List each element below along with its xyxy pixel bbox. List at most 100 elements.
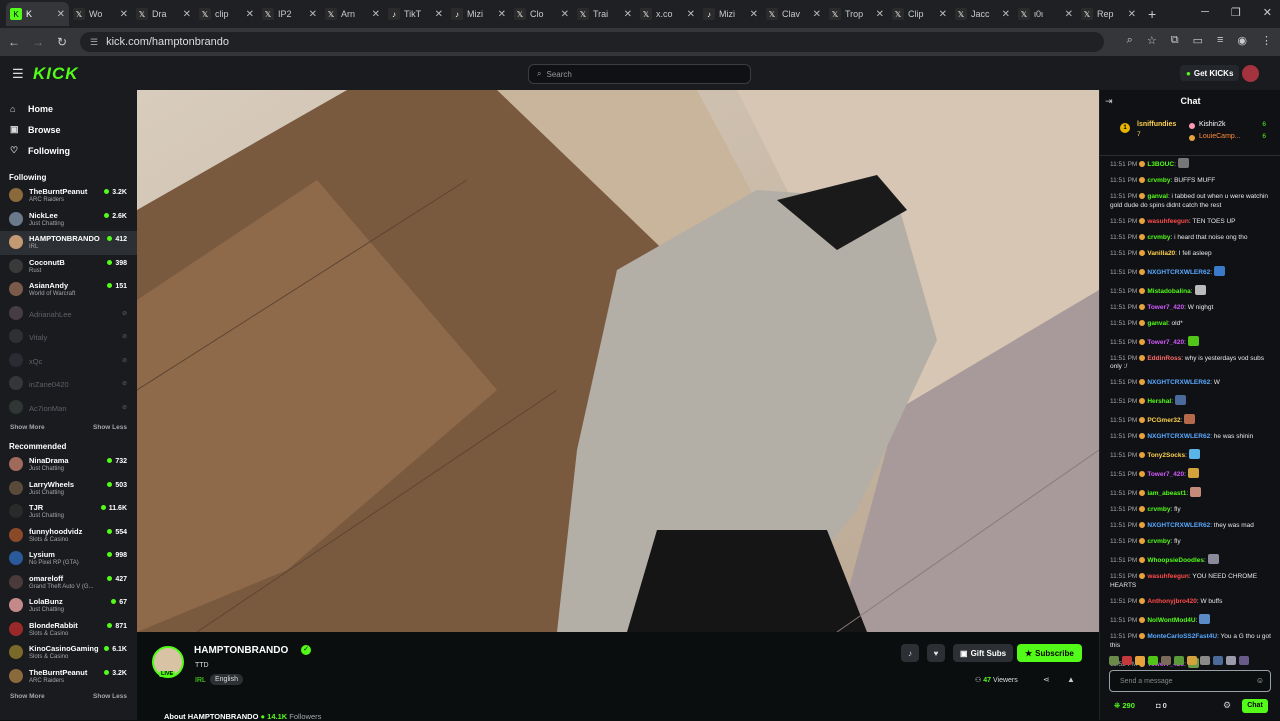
browser-tab[interactable]: 𝕏ι0ι ✕: [1014, 2, 1077, 26]
browser-tab[interactable]: 𝕏x.co ✕: [636, 2, 699, 26]
emote-icon[interactable]: [1109, 655, 1119, 665]
notification-bell-icon[interactable]: ♪: [901, 644, 919, 662]
browser-tab[interactable]: 𝕏 Trai ✕: [573, 2, 636, 26]
kick-logo[interactable]: KICK: [33, 64, 79, 84]
emoji-picker-icon[interactable]: ☺: [1256, 676, 1264, 685]
send-chat-button[interactable]: Chat: [1242, 699, 1268, 713]
message-username[interactable]: WhoopsieDoodles: [1147, 557, 1204, 564]
browser-tab[interactable]: ♪ TikT ✕: [384, 2, 447, 26]
browser-tab[interactable]: 𝕏 Clav ✕: [762, 2, 825, 26]
emote-icon[interactable]: [1161, 655, 1171, 665]
message-username[interactable]: MonteCarloSS2Fast4U: [1147, 633, 1217, 640]
browser-tab[interactable]: K K ✕: [6, 2, 69, 26]
restore-icon[interactable]: ❐: [1231, 6, 1241, 19]
browser-tab[interactable]: ♪ Mizi ✕: [447, 2, 510, 26]
nav-home[interactable]: ⌂ Home: [0, 98, 137, 119]
channel-item[interactable]: BlondeRabbit Slots & Casino 871: [0, 618, 137, 642]
channel-item[interactable]: NinaDrama Just Chatting 732: [0, 453, 137, 477]
leader-third-name[interactable]: LouieCamp...: [1199, 133, 1241, 140]
url-field[interactable]: ☰ kick.com/hamptonbrando: [80, 32, 1104, 52]
nav-following[interactable]: ♡ Following: [0, 140, 137, 161]
channel-item[interactable]: TheBurntPeanut ARC Raiders 3.2K: [0, 184, 137, 208]
tab-close-icon[interactable]: ✕: [372, 9, 380, 20]
browser-tab[interactable]: 𝕏 Clip ✕: [888, 2, 951, 26]
follow-heart-icon[interactable]: ♥: [927, 644, 945, 662]
show-less-button[interactable]: Show Less: [93, 693, 127, 700]
message-username[interactable]: NXGHTCRXWLER62: [1147, 433, 1210, 440]
channel-item[interactable]: AsianAndy World of Warcraft 151: [0, 278, 137, 302]
channel-item[interactable]: funnyhoodvidz Slots & Casino 554: [0, 524, 137, 548]
browser-tab[interactable]: 𝕏clip ✕: [195, 2, 258, 26]
new-tab-icon[interactable]: +: [1148, 6, 1156, 22]
emote-icon[interactable]: [1135, 655, 1145, 665]
browser-tab[interactable]: 𝕏 Clo ✕: [510, 2, 573, 26]
channel-item[interactable]: LarryWheels Just Chatting 503: [0, 477, 137, 501]
message-username[interactable]: EddinRoss: [1147, 355, 1181, 362]
channel-item[interactable]: inZane0420 ⊘: [0, 372, 137, 396]
stream-category[interactable]: IRL: [195, 677, 206, 684]
channel-item[interactable]: NickLee Just Chatting 2.6K: [0, 208, 137, 232]
channel-item[interactable]: CoconutB Rust 398: [0, 255, 137, 279]
tab-close-icon[interactable]: ✕: [435, 9, 443, 20]
tab-close-icon[interactable]: ✕: [246, 9, 254, 20]
extensions-icon[interactable]: ⧉: [1171, 34, 1179, 47]
browser-tab[interactable]: 𝕏 Jacc ✕: [951, 2, 1014, 26]
message-username[interactable]: NXGHTCRXWLER62: [1147, 379, 1210, 386]
minimize-icon[interactable]: ─: [1201, 6, 1209, 19]
message-username[interactable]: Tower7_420: [1147, 471, 1184, 478]
browser-tab[interactable]: 𝕏 Trop ✕: [825, 2, 888, 26]
tab-close-icon[interactable]: ✕: [120, 9, 128, 20]
message-username[interactable]: NXGHTCRXWLER62: [1147, 269, 1210, 276]
browser-tab[interactable]: 𝕏 Arn ✕: [321, 2, 384, 26]
tab-close-icon[interactable]: ✕: [498, 9, 506, 20]
tab-close-icon[interactable]: ✕: [939, 9, 947, 20]
message-username[interactable]: crvmby: [1147, 538, 1170, 545]
menu-icon[interactable]: ⋮: [1261, 34, 1272, 47]
hamburger-menu-icon[interactable]: ☰: [12, 66, 24, 82]
channel-item[interactable]: Ac7ionMan ⊘: [0, 396, 137, 420]
tab-close-icon[interactable]: ✕: [687, 9, 695, 20]
leader-second-name[interactable]: Kishin2k: [1199, 121, 1225, 128]
show-more-button[interactable]: Show More: [10, 424, 45, 431]
leader-first-name[interactable]: lsniffundies: [1137, 121, 1176, 128]
message-username[interactable]: Mistadobalina: [1147, 288, 1190, 295]
channel-item[interactable]: TheBurntPeanut ARC Raiders 3.2K: [0, 665, 137, 689]
message-username[interactable]: wasuhfeegun: [1147, 218, 1189, 225]
channel-points[interactable]: ⁜ 290: [1114, 701, 1135, 710]
get-kicks-button[interactable]: ● Get KICKs: [1180, 65, 1240, 81]
message-username[interactable]: L3BOUC: [1147, 161, 1174, 168]
message-username[interactable]: PCGmer32: [1147, 417, 1180, 424]
tab-close-icon[interactable]: ✕: [183, 9, 191, 20]
channel-item[interactable]: AdrianahLee ⊘: [0, 302, 137, 326]
message-username[interactable]: ganval: [1147, 320, 1168, 327]
emote-icon[interactable]: [1226, 655, 1236, 665]
tab-close-icon[interactable]: ✕: [624, 9, 632, 20]
tab-close-icon[interactable]: ✕: [813, 9, 821, 20]
back-icon[interactable]: ←: [2, 35, 26, 49]
channel-item[interactable]: xQc ⊘: [0, 349, 137, 373]
user-avatar[interactable]: [1242, 65, 1259, 82]
browser-tab[interactable]: ♪ Mizi ✕: [699, 2, 762, 26]
language-tag[interactable]: English: [210, 674, 243, 685]
tab-close-icon[interactable]: ✕: [876, 9, 884, 20]
profile-icon[interactable]: ◉: [1237, 34, 1247, 47]
emote-icon[interactable]: [1148, 655, 1158, 665]
browser-tab[interactable]: 𝕏 Wo ✕: [69, 2, 132, 26]
chat-settings-icon[interactable]: ⚙: [1223, 700, 1231, 711]
message-username[interactable]: Anthonyjbro420: [1147, 598, 1196, 605]
chat-message-input[interactable]: Send a message ☺: [1109, 670, 1271, 692]
message-username[interactable]: crvmby: [1147, 177, 1170, 184]
channel-item[interactable]: Vitaly ⊘: [0, 325, 137, 349]
media-icon[interactable]: ≡: [1217, 34, 1223, 47]
gift-subs-button[interactable]: ▣ Gift Subs: [953, 644, 1014, 662]
show-more-button[interactable]: Show More: [10, 693, 45, 700]
tab-close-icon[interactable]: ✕: [1065, 9, 1073, 20]
bookmark-star-icon[interactable]: ☆: [1147, 34, 1157, 47]
nav-browse[interactable]: ▣ Browse: [0, 119, 137, 140]
message-username[interactable]: ganval: [1147, 193, 1168, 200]
message-username[interactable]: crvmby: [1147, 506, 1170, 513]
browser-tab[interactable]: 𝕏 Dra ✕: [132, 2, 195, 26]
site-info-icon[interactable]: ☰: [90, 37, 98, 48]
reload-icon[interactable]: ↻: [50, 35, 74, 49]
message-username[interactable]: NXGHTCRXWLER62: [1147, 522, 1210, 529]
